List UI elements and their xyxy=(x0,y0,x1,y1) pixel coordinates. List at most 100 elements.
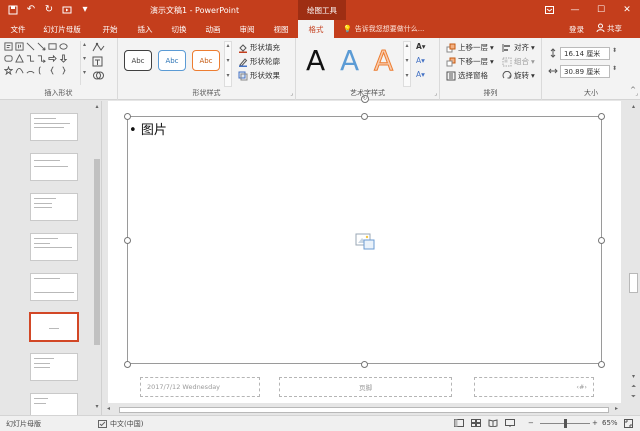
resize-handle-ne[interactable] xyxy=(598,113,605,120)
scroll-down-icon[interactable]: ▾ xyxy=(225,57,231,72)
line-shape-icon[interactable] xyxy=(26,42,35,51)
text-effects-icon[interactable]: A▾ xyxy=(416,70,425,79)
wordart-black[interactable]: A xyxy=(306,44,325,77)
star-shape-icon[interactable] xyxy=(4,66,13,75)
selection-pane-button[interactable]: 选择窗格 xyxy=(446,70,488,81)
resize-handle-nw[interactable] xyxy=(124,113,131,120)
zoom-in-icon[interactable]: + xyxy=(592,419,598,427)
layout-thumbnail[interactable] xyxy=(30,193,78,221)
resize-handle-s[interactable] xyxy=(361,361,368,368)
elbow-connector-shape-icon[interactable] xyxy=(26,54,35,63)
ribbon-display-options-icon[interactable] xyxy=(536,0,562,20)
placeholder-text[interactable]: • 图片 xyxy=(129,119,167,138)
wordart-blue[interactable]: A xyxy=(340,44,359,77)
dialog-launcher-icon[interactable]: ⌟ xyxy=(434,90,437,97)
tab-file[interactable]: 文件 xyxy=(2,20,34,38)
bring-forward-button[interactable]: 上移一层 ▾ xyxy=(446,42,494,53)
arrow-line-shape-icon[interactable] xyxy=(37,42,46,51)
down-arrow-shape-icon[interactable] xyxy=(59,54,68,63)
slide-number-placeholder[interactable]: ‹#› xyxy=(474,377,594,397)
send-backward-button[interactable]: 下移一层 ▾ xyxy=(446,56,494,67)
more-icon[interactable]: ▾ xyxy=(225,72,231,87)
horizontal-scroll-thumb[interactable] xyxy=(119,407,609,413)
vertical-textbox-shape-icon[interactable] xyxy=(15,42,24,51)
shape-styles-gallery-scroll[interactable]: ▴ ▾ ▾ xyxy=(224,41,232,87)
resize-handle-se[interactable] xyxy=(598,361,605,368)
shape-width-field[interactable]: 30.89 厘米 xyxy=(560,65,610,78)
scroll-up-icon[interactable]: ▴ xyxy=(627,103,640,110)
text-fill-icon[interactable]: A▾ xyxy=(416,42,426,51)
footer-placeholder[interactable]: 页脚 xyxy=(279,377,452,397)
insert-picture-icon[interactable] xyxy=(355,232,375,250)
textbox-shape-icon[interactable] xyxy=(4,42,13,51)
tab-view[interactable]: 视图 xyxy=(264,20,298,38)
triangle-shape-icon[interactable] xyxy=(15,54,24,63)
right-arrow-shape-icon[interactable] xyxy=(48,54,57,63)
scroll-up-icon[interactable]: ▴ xyxy=(93,103,101,110)
scroll-down-icon[interactable]: ▾ xyxy=(81,55,88,69)
merge-shapes-icon[interactable] xyxy=(91,70,107,81)
text-outline-icon[interactable]: A▾ xyxy=(416,56,425,65)
share-button[interactable]: 共享 xyxy=(596,23,622,34)
scroll-up-icon[interactable]: ▴ xyxy=(404,42,410,57)
tell-me-box[interactable]: 💡 告诉我您想要做什么... xyxy=(343,24,424,34)
resize-handle-w[interactable] xyxy=(124,237,131,244)
slideshow-view-icon[interactable] xyxy=(505,419,515,427)
more-icon[interactable]: ▾ xyxy=(81,69,88,83)
tab-home[interactable]: 开始 xyxy=(92,20,128,38)
scroll-down-icon[interactable]: ▾ xyxy=(627,373,640,380)
dialog-launcher-icon[interactable]: ⌟ xyxy=(290,90,293,97)
arc-shape-icon[interactable] xyxy=(26,66,35,75)
curve-shape-icon[interactable] xyxy=(15,66,24,75)
height-spinner-icon[interactable]: ⬍ xyxy=(612,47,617,54)
textbox-icon[interactable] xyxy=(91,56,107,67)
more-icon[interactable]: ▾ xyxy=(404,72,410,87)
scroll-right-icon[interactable]: ▸ xyxy=(615,405,618,412)
brace-right-shape-icon[interactable] xyxy=(59,66,68,75)
canvas-vertical-scrollbar[interactable]: ▴ ▾ ⏶ ⏷ xyxy=(627,101,640,405)
shape-height-field[interactable]: 16.14 厘米 xyxy=(560,47,610,60)
previous-slide-icon[interactable]: ⏶ xyxy=(627,383,640,391)
collapse-ribbon-icon[interactable]: ^ xyxy=(630,86,636,94)
shape-style-dark[interactable]: Abc xyxy=(124,50,152,71)
rotate-button[interactable]: 旋转 ▾ xyxy=(502,70,535,81)
save-icon[interactable] xyxy=(6,2,20,17)
close-icon[interactable]: ✕ xyxy=(614,0,640,20)
group-button[interactable]: 组合 ▾ xyxy=(502,56,535,67)
scroll-down-icon[interactable]: ▾ xyxy=(93,403,101,410)
layout-thumbnail[interactable] xyxy=(30,153,78,181)
resize-handle-n[interactable] xyxy=(361,113,368,120)
layout-thumbnail[interactable] xyxy=(30,273,78,301)
rotation-handle-icon[interactable]: ↻ xyxy=(361,95,369,103)
tab-animations[interactable]: 动画 xyxy=(196,20,230,38)
canvas-horizontal-scrollbar[interactable]: ◂ ▸ xyxy=(103,405,627,415)
rectangle-shape-icon[interactable] xyxy=(48,42,57,51)
shape-style-orange[interactable]: Abc xyxy=(192,50,220,71)
rounded-rectangle-shape-icon[interactable] xyxy=(4,54,13,63)
shape-style-blue[interactable]: Abc xyxy=(158,50,186,71)
customize-toolbar-icon[interactable]: ▾ xyxy=(78,2,92,17)
zoom-level[interactable]: 65% xyxy=(602,419,618,427)
scroll-down-icon[interactable]: ▾ xyxy=(404,57,410,72)
normal-view-icon[interactable] xyxy=(454,419,464,427)
fit-to-window-icon[interactable] xyxy=(624,419,633,428)
shape-fill-button[interactable]: 形状填充 xyxy=(238,42,280,53)
reading-view-icon[interactable] xyxy=(488,419,498,427)
minimize-icon[interactable]: — xyxy=(562,0,588,20)
resize-handle-sw[interactable] xyxy=(124,361,131,368)
layout-thumbnail[interactable] xyxy=(30,233,78,261)
tab-insert[interactable]: 插入 xyxy=(128,20,162,38)
width-spinner-icon[interactable]: ⬍ xyxy=(612,65,617,72)
wordart-gallery-scroll[interactable]: ▴ ▾ ▾ xyxy=(403,41,411,87)
zoom-out-icon[interactable]: − xyxy=(528,419,534,427)
undo-icon[interactable]: ↶ xyxy=(24,2,38,17)
shape-outline-button[interactable]: 形状轮廓 xyxy=(238,56,280,67)
tab-slide-master[interactable]: 幻灯片母版 xyxy=(36,20,88,38)
wordart-orange[interactable]: A xyxy=(373,44,393,78)
language-indicator[interactable]: 中文(中国) xyxy=(98,419,143,429)
brace-left-shape-icon[interactable] xyxy=(48,66,57,75)
redo-icon[interactable]: ↻ xyxy=(42,2,56,17)
tab-transitions[interactable]: 切换 xyxy=(162,20,196,38)
edit-shape-icon[interactable] xyxy=(91,42,107,53)
slide-sorter-icon[interactable] xyxy=(471,419,481,427)
